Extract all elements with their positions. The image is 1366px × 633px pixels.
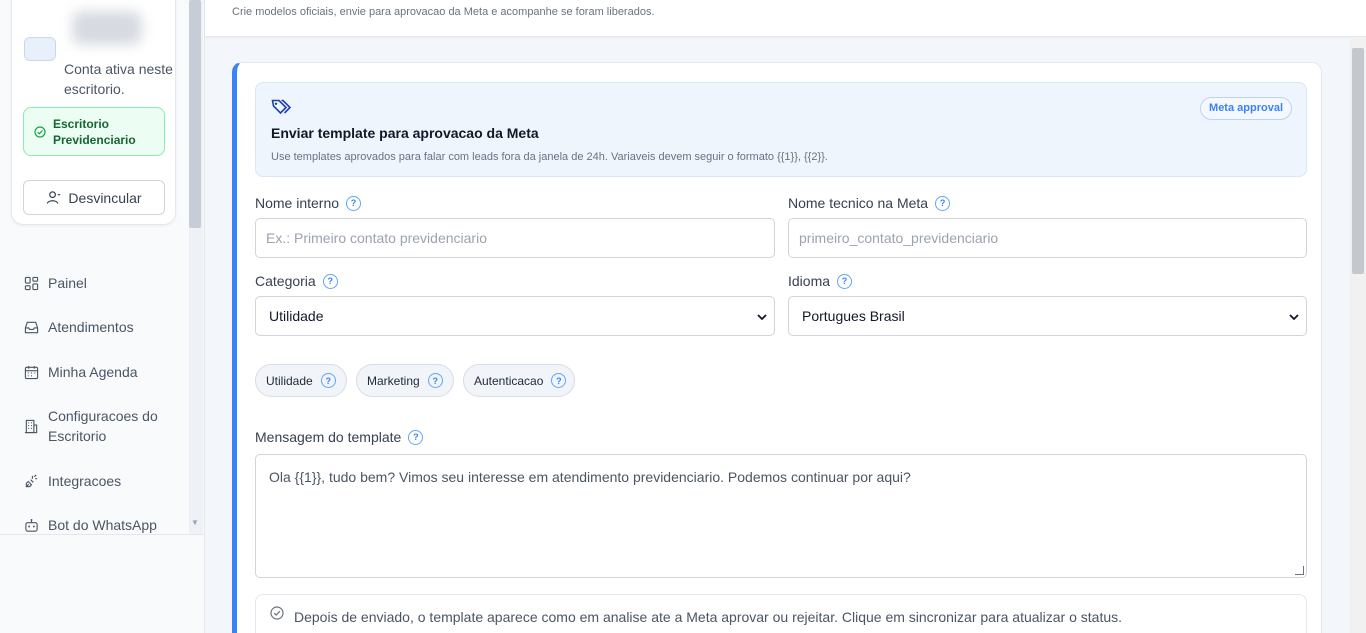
- message-label: Mensagem do template ?: [255, 429, 424, 445]
- language-select-value: Portugues Brasil: [802, 308, 905, 324]
- sidebar-item-bot-whatsapp[interactable]: Bot do WhatsApp: [22, 515, 168, 535]
- office-badge: Escritorio Previdenciario: [23, 107, 165, 156]
- category-label-text: Categoria: [255, 273, 316, 289]
- user-icon: [46, 190, 61, 205]
- language-label-text: Idioma: [788, 273, 831, 289]
- internal-name-input[interactable]: Ex.: Primeiro contato previdenciario: [255, 218, 775, 258]
- meta-name-label: Nome tecnico na Meta ?: [788, 195, 951, 211]
- category-select-value: Utilidade: [269, 308, 324, 324]
- internal-name-label-text: Nome interno: [255, 195, 340, 211]
- bot-icon: [22, 515, 40, 535]
- tag-icon: [271, 98, 293, 121]
- account-chip: [24, 37, 56, 61]
- page-subtitle: Crie modelos oficiais, envie para aprova…: [232, 6, 655, 18]
- sidebar-item-label: Bot do WhatsApp: [48, 517, 157, 533]
- info-description: Use templates aprovados para falar com l…: [271, 151, 828, 163]
- sidebar-divider: [0, 534, 204, 535]
- help-icon[interactable]: ?: [346, 195, 362, 211]
- building-icon: [22, 416, 40, 436]
- page-scrollbar-thumb[interactable]: [1352, 48, 1364, 274]
- message-label-text: Mensagem do template: [255, 429, 402, 445]
- help-icon[interactable]: ?: [427, 373, 443, 388]
- category-label: Categoria ?: [255, 273, 338, 289]
- grid-icon: [22, 273, 40, 293]
- status-notice-text: Depois de enviado, o template aparece co…: [294, 609, 1123, 625]
- help-icon[interactable]: ?: [935, 195, 951, 211]
- help-icon[interactable]: ?: [320, 373, 336, 388]
- scroll-down-arrow-icon[interactable]: ▼: [191, 518, 199, 527]
- info-box: Enviar template para aprovacao da Meta U…: [255, 82, 1307, 177]
- meta-name-label-text: Nome tecnico na Meta: [788, 195, 929, 211]
- info-title: Enviar template para aprovacao da Meta: [271, 125, 539, 141]
- calendar-icon: [22, 362, 40, 382]
- chevron-down-icon: [756, 310, 768, 326]
- inbox-icon: [22, 317, 40, 337]
- help-icon[interactable]: ?: [322, 273, 338, 289]
- language-label: Idioma ?: [788, 273, 853, 289]
- check-circle-icon: [34, 125, 46, 138]
- sidebar-item-label: Configuracoes do Escritorio: [48, 408, 158, 444]
- message-textarea[interactable]: Ola {{1}}, tudo bem? Vimos seu interesse…: [255, 454, 1307, 578]
- language-select[interactable]: Portugues Brasil: [788, 296, 1307, 336]
- office-badge-label: Escritorio Previdenciario: [53, 116, 136, 147]
- sidebar-item-painel[interactable]: Painel: [22, 273, 168, 293]
- category-select[interactable]: Utilidade: [255, 296, 775, 336]
- chip-label: Autenticacao: [474, 373, 544, 388]
- meta-name-input[interactable]: primeiro_contato_previdenciario: [788, 218, 1307, 258]
- sidebar-item-configuracoes[interactable]: Configuracoes do Escritorio: [22, 406, 168, 446]
- check-circle-icon: [270, 606, 284, 623]
- sidebar-item-label: Atendimentos: [48, 319, 134, 335]
- category-chip-utilidade[interactable]: Utilidade ?: [255, 364, 347, 397]
- help-icon[interactable]: ?: [408, 429, 424, 445]
- sidebar-item-label: Painel: [48, 275, 87, 291]
- template-form-card: Enviar template para aprovacao da Meta U…: [232, 62, 1322, 633]
- message-text: Ola {{1}}, tudo bem? Vimos seu interesse…: [269, 469, 911, 485]
- sidebar: Conta ativa neste escritorio. Escritorio…: [0, 0, 205, 633]
- plug-icon: [22, 471, 40, 491]
- category-chip-marketing[interactable]: Marketing ?: [356, 364, 454, 397]
- meta-approval-badge: Meta approval: [1200, 97, 1292, 120]
- sidebar-item-label: Integracoes: [48, 473, 122, 489]
- chevron-down-icon: [1288, 310, 1300, 326]
- sidebar-item-agenda[interactable]: Minha Agenda: [22, 362, 168, 382]
- sidebar-item-label: Minha Agenda: [48, 364, 138, 380]
- internal-name-label: Nome interno ?: [255, 195, 362, 211]
- chip-label: Marketing: [367, 373, 420, 388]
- sidebar-item-integracoes[interactable]: Integracoes: [22, 471, 168, 491]
- status-notice: Depois de enviado, o template aparece co…: [255, 594, 1307, 633]
- category-chip-autenticacao[interactable]: Autenticacao ?: [463, 364, 575, 397]
- sidebar-scrollbar-thumb[interactable]: [189, 0, 201, 228]
- resize-handle-icon[interactable]: [1295, 566, 1304, 575]
- help-icon[interactable]: ?: [551, 373, 567, 388]
- unlink-button[interactable]: Desvincular: [23, 180, 165, 215]
- account-status-text: Conta ativa neste escritorio.: [64, 61, 173, 97]
- blurred-avatar: [72, 11, 142, 45]
- unlink-button-label: Desvincular: [68, 189, 142, 206]
- account-card: Conta ativa neste escritorio. Escritorio…: [11, 0, 176, 225]
- page-header: Crie modelos oficiais, envie para aprova…: [205, 0, 1366, 37]
- sidebar-item-atendimentos[interactable]: Atendimentos: [22, 317, 168, 337]
- sidebar-scroll-area: Conta ativa neste escritorio. Escritorio…: [0, 0, 204, 535]
- help-icon[interactable]: ?: [837, 273, 853, 289]
- chip-label: Utilidade: [266, 373, 313, 388]
